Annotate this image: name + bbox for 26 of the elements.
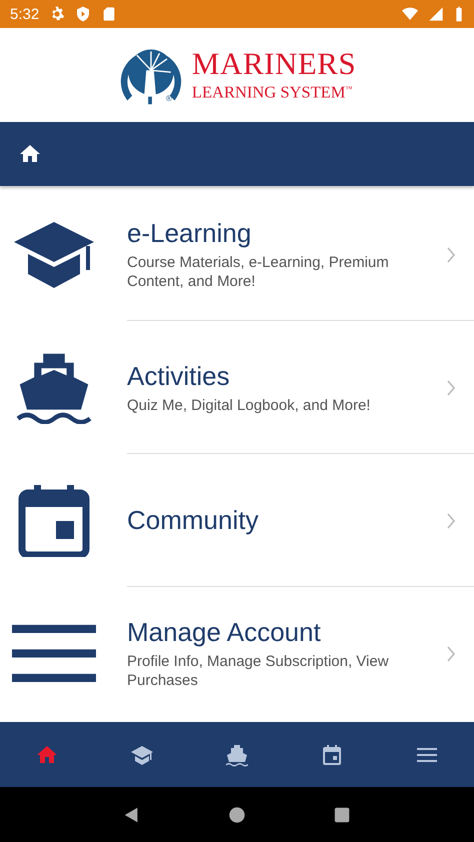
chevron-icon <box>446 378 456 396</box>
ship-icon <box>224 742 249 766</box>
logo-subtitle: LEARNING SYSTEM$^{™}$ <box>192 82 354 102</box>
recents-icon[interactable] <box>332 806 351 824</box>
sd-card-icon <box>101 6 118 22</box>
menu-title: Manage Account <box>127 617 322 648</box>
logo-title: MARINERS <box>192 48 356 80</box>
menu-subtitle: Profile Info, Manage Subscription, View Purchases <box>127 652 390 690</box>
chevron-icon <box>446 644 456 662</box>
shield-icon <box>75 6 92 22</box>
menu-subtitle: Quiz Me, Digital Logbook, and More! <box>127 396 372 414</box>
menu-item[interactable]: Activities Quiz Me, Digital Logbook, and More! <box>0 321 474 454</box>
menu-title: Community <box>127 505 260 536</box>
menu-title: Activities <box>127 360 231 392</box>
home-circle-icon[interactable] <box>228 806 246 824</box>
status-time: 5:32 <box>10 6 40 22</box>
signal-icon <box>428 6 444 22</box>
menu-item[interactable]: Manage Account Profile Info, Manage Subscription, View Purchases <box>0 587 474 720</box>
menu-item[interactable]: e-Learning Course Materials, e-Learning, Premium Content, and More! <box>0 188 474 321</box>
chevron-icon <box>446 246 456 264</box>
chevron-icon <box>446 512 456 530</box>
battery-icon <box>454 6 464 22</box>
menu-subtitle: Course Materials, e-Learning, Premium Content, and More! <box>127 253 390 291</box>
menu-title: e-Learning <box>127 218 252 249</box>
menu-item[interactable]: Community <box>0 454 474 587</box>
wifi-icon <box>402 6 418 22</box>
